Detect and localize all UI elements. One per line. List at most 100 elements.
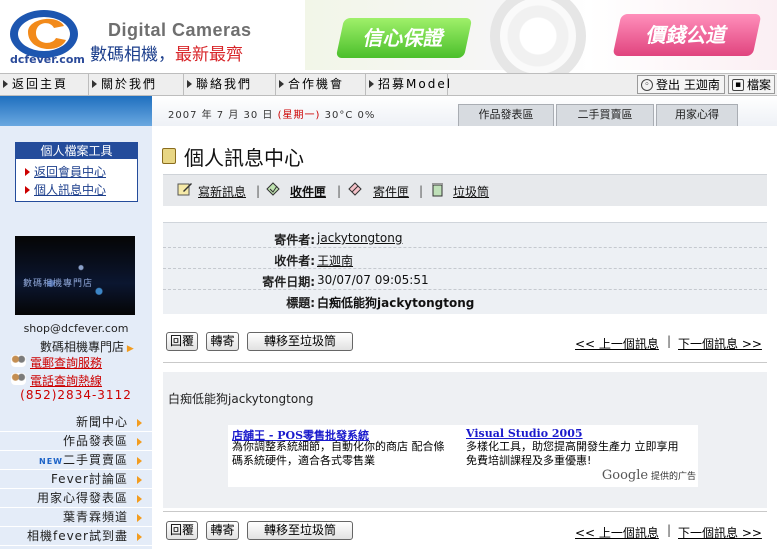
page: dcfever.com Digital Cameras 數碼相機，最新最齊 信心… — [0, 0, 777, 549]
brand-zh-part2: 最新最齊 — [175, 45, 243, 65]
ads-by-google-label: 提供的广告 — [650, 472, 696, 482]
banner-price: 價錢公道 — [612, 14, 762, 56]
forward-button[interactable]: 轉寄 — [206, 332, 239, 351]
top-nav: 返回主頁 關於我們 聯絡我們 合作機會 招募Model ◦ 登出 王迦南 ▪ 檔案 — [0, 73, 777, 96]
phone-service-label: 電話查詢熱線 — [30, 374, 103, 388]
inbox-icon — [266, 182, 280, 196]
date-row: 寄件日期: 30/07/07 09:05:51 — [163, 269, 767, 290]
nav-contact[interactable]: 聯絡我們 — [184, 74, 276, 95]
move-to-trash-button-bottom[interactable]: 轉移至垃圾筒 — [247, 521, 353, 540]
ad-left-desc: 為你調整系統細節，自動化你的商店 配合條碼系統硬件，適合各式零售業 — [232, 440, 445, 467]
link-member-center[interactable]: 返回會員中心 — [25, 163, 137, 181]
toolbar-separator: | — [419, 184, 424, 198]
reply-button-bottom[interactable]: 回覆 — [166, 521, 198, 540]
ad-right-desc: 多樣化工具，助您提高開發生產力 立即享用免費培訓課程及多重優惠! — [466, 440, 679, 467]
menu-camera-test[interactable]: 相機fever試到盡 — [0, 527, 152, 546]
inbox-link[interactable]: 收件匣 — [290, 183, 326, 200]
page-title: 個人訊息中心 — [184, 146, 304, 170]
profile-button[interactable]: ▪ 檔案 — [728, 75, 775, 94]
toolbar-separator: | — [337, 184, 342, 198]
notepad-icon — [162, 148, 176, 164]
menu-news[interactable]: 新聞中心 — [0, 413, 152, 432]
brand-zh-part1: 數碼相機， — [90, 45, 175, 65]
sub-header: 2007 年 7 月 30 日 (星期一) 30°C 0% 作品發表區 二手買賣… — [152, 96, 777, 126]
email-service-link[interactable]: 電郵查詢服務 — [11, 354, 103, 371]
sender-value[interactable]: jackytongtong — [317, 231, 402, 245]
brand-english: Digital Cameras — [108, 20, 252, 40]
menu-forum[interactable]: Fever討論區 — [0, 470, 152, 489]
ads-by-google[interactable]: Google 提供的广告 — [602, 468, 696, 483]
sender-label: 寄件者: — [274, 233, 315, 247]
forward-button-bottom[interactable]: 轉寄 — [206, 521, 239, 540]
shop-promo-image[interactable]: 數碼相機專門店 — [15, 236, 135, 315]
outbox-link[interactable]: 寄件匣 — [373, 183, 409, 200]
shop-store-link[interactable]: 數碼相機專門店 ▶ — [40, 338, 134, 355]
banner-confidence: 信心保證 — [335, 18, 473, 58]
nav-recruit[interactable]: 招募Model — [366, 74, 450, 95]
next-message-link[interactable]: 下一個訊息 >> — [678, 335, 762, 352]
phone-number: (852)2834-3112 — [20, 388, 132, 402]
ad-right-title[interactable]: Visual Studio 2005 — [466, 427, 583, 440]
move-to-trash-button[interactable]: 轉移至垃圾筒 — [247, 332, 353, 351]
nav-about[interactable]: 關於我們 — [89, 74, 184, 95]
reply-button[interactable]: 回覆 — [166, 332, 198, 351]
prev-message-link[interactable]: << 上一個訊息 — [575, 335, 659, 352]
nav-partner[interactable]: 合作機會 — [276, 74, 366, 95]
menu-gallery[interactable]: 作品發表區 — [0, 432, 152, 451]
recipient-value[interactable]: 王迦南 — [317, 252, 353, 269]
subject-row: 標題: 白痴低能狗jackytongtong — [163, 290, 767, 311]
profile-tools-box: 個人檔案工具 返回會員中心 個人訊息中心 — [15, 142, 138, 202]
recipient-row: 收件者: 王迦南 — [163, 248, 767, 269]
divider — [163, 511, 767, 512]
banner-lens-graphic — [490, 0, 586, 84]
sender-row: 寄件者: jackytongtong — [163, 227, 767, 248]
message-body: 白痴低能狗jackytongtong — [168, 392, 314, 406]
phone-service-link[interactable]: 電話查詢熱線 — [11, 372, 103, 389]
menu-reviews[interactable]: 用家心得發表區 — [0, 489, 152, 508]
tab-reviews[interactable]: 用家心得 — [656, 104, 738, 126]
tab-secondhand[interactable]: 二手買賣區 — [556, 104, 654, 126]
profile-label: 檔案 — [747, 78, 772, 92]
compose-icon — [177, 183, 192, 196]
new-badge: NEW — [39, 457, 63, 466]
weather-text: 30°C 0% — [324, 110, 376, 121]
message-toolbar: 寫新訊息 | 收件匣 | 寄件匣 | 垃圾筒 — [163, 174, 767, 206]
prev-message-link-bottom[interactable]: << 上一個訊息 — [575, 524, 659, 541]
sidebar-top-bar — [0, 96, 152, 126]
profile-tools-title: 個人檔案工具 — [16, 143, 137, 159]
people-icon — [11, 373, 26, 385]
people-icon — [11, 355, 26, 367]
promo-caption: 數碼相機專門店 — [23, 279, 94, 289]
weekday-text: (星期一) — [277, 110, 321, 121]
site-header: dcfever.com Digital Cameras 數碼相機，最新最齊 信心… — [0, 0, 777, 84]
header-banner[interactable]: 信心保證 價錢公道 — [305, 0, 777, 84]
google-ad-box: 店舖王 - POS零售批發系統 為你調整系統細節，自動化你的商店 配合條碼系統硬… — [228, 425, 698, 487]
left-sidebar: 個人檔案工具 返回會員中心 個人訊息中心 數碼相機專門店 shop@dcfeve… — [0, 96, 152, 549]
date-text: 2007 年 7 月 30 日 — [168, 110, 274, 121]
next-message-link-bottom[interactable]: 下一個訊息 >> — [678, 524, 762, 541]
sent-date-label: 寄件日期: — [262, 275, 315, 289]
shop-store-label: 數碼相機專門店 — [40, 340, 125, 354]
google-logo: Google — [601, 468, 649, 483]
trash-link[interactable]: 垃圾筒 — [453, 183, 489, 200]
logout-button[interactable]: ◦ 登出 王迦南 — [637, 75, 725, 94]
subject-label: 標題: — [286, 296, 315, 310]
email-service-label: 電郵查詢服務 — [30, 356, 103, 370]
toolbar-separator: | — [256, 184, 261, 198]
menu-channel[interactable]: 葉青霖頻道 — [0, 508, 152, 527]
shop-email[interactable]: shop@dcfever.com — [0, 322, 152, 335]
link-message-center[interactable]: 個人訊息中心 — [25, 181, 137, 199]
divider — [163, 362, 767, 363]
brand-chinese: 數碼相機，最新最齊 — [90, 40, 243, 65]
pager-separator: | — [667, 334, 672, 348]
logout-label: 登出 王迦南 — [656, 78, 720, 92]
sent-date-value: 30/07/07 09:05:51 — [317, 273, 429, 287]
nav-home[interactable]: 返回主頁 — [0, 74, 89, 95]
menu-secondhand[interactable]: NEW二手買賣區 — [0, 451, 152, 470]
date-weather: 2007 年 7 月 30 日 (星期一) 30°C 0% — [168, 106, 375, 121]
logout-icon: ◦ — [641, 79, 653, 91]
compose-link[interactable]: 寫新訊息 — [198, 183, 246, 200]
tab-gallery[interactable]: 作品發表區 — [458, 104, 554, 126]
pager-separator: | — [667, 523, 672, 537]
menu-secondhand-label: 二手買賣區 — [62, 453, 128, 467]
